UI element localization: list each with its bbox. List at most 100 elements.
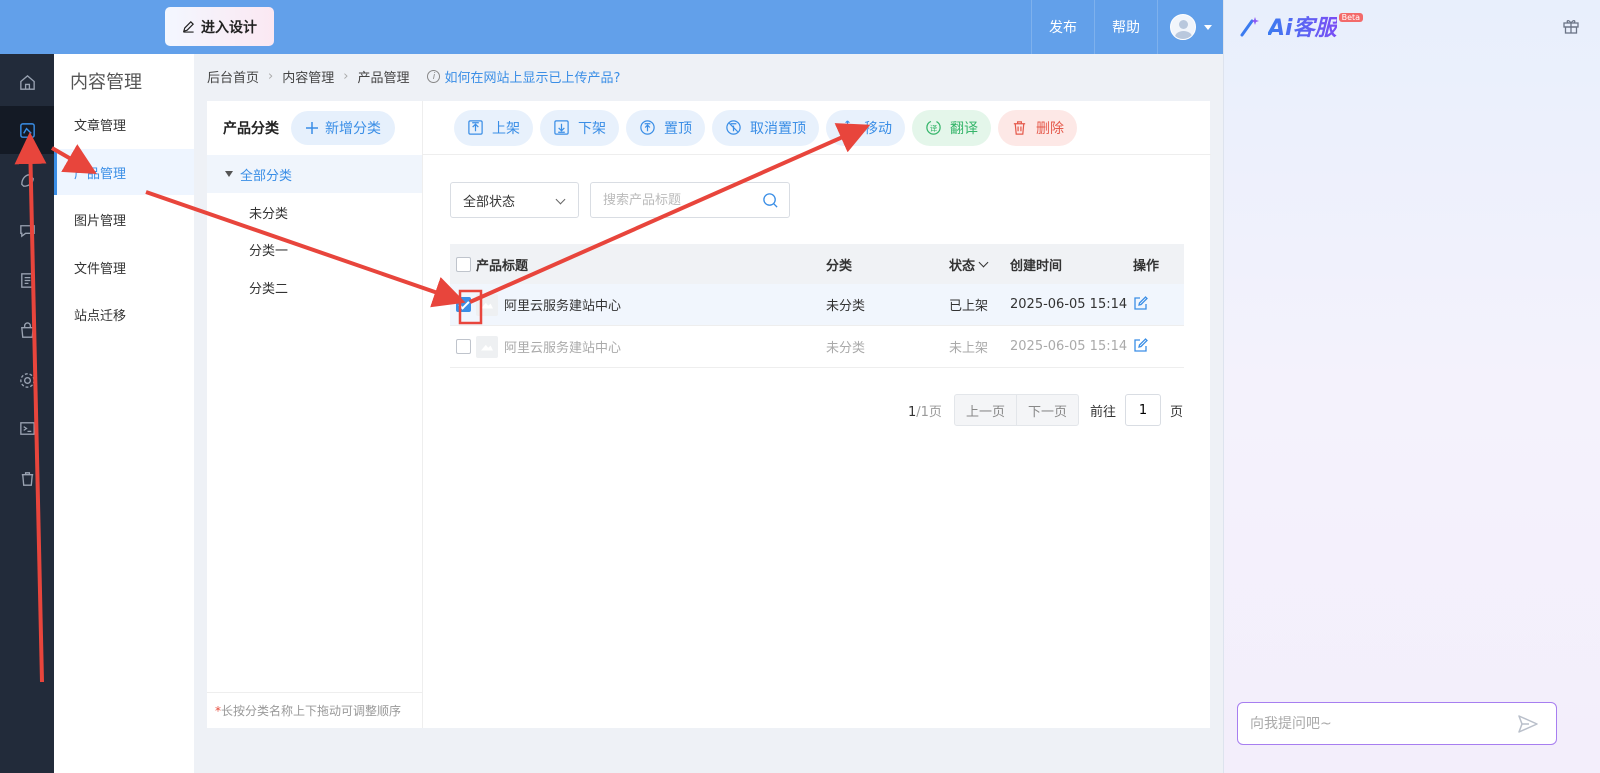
- edit-icon[interactable]: [1133, 337, 1149, 353]
- header-status-label: 状态: [949, 258, 976, 274]
- page-total: /1页: [916, 404, 942, 420]
- goto-page-input[interactable]: [1124, 394, 1161, 426]
- header-title: 产品标题: [476, 258, 529, 274]
- help-link-text: 如何在网站上显示已上传产品?: [444, 71, 621, 86]
- list-on-shelf-button[interactable]: 上架: [454, 109, 533, 146]
- terminal-icon: [19, 421, 35, 435]
- chevron-right-icon: ›: [268, 69, 274, 84]
- product-toolbar: 上架 下架 置顶 取消置顶 移动 译 翻译 删除: [423, 101, 1211, 155]
- caret-down-icon: [225, 171, 233, 177]
- rail-trash[interactable]: [0, 454, 54, 502]
- page-count: 1/1页: [908, 401, 942, 420]
- translate-button[interactable]: 译 翻译: [912, 109, 991, 146]
- row-checkbox[interactable]: [456, 297, 471, 312]
- ai-logo: Ai客服 Beta: [1238, 10, 1367, 42]
- rail-terminal[interactable]: [0, 404, 54, 452]
- move-icon: [840, 120, 855, 135]
- trash-icon: [1013, 121, 1026, 135]
- select-all-checkbox[interactable]: [456, 256, 471, 272]
- category-all[interactable]: 全部分类: [207, 155, 422, 193]
- goto-page: 前往 页: [1090, 394, 1183, 426]
- enter-design-button[interactable]: 进入设计: [165, 7, 274, 46]
- move-button[interactable]: 移动: [826, 109, 905, 146]
- search-input[interactable]: [603, 183, 763, 217]
- rail-list[interactable]: [0, 256, 54, 304]
- row-title[interactable]: 阿里云服务建站中心: [504, 337, 621, 356]
- prev-page-button[interactable]: 上一页: [955, 395, 1016, 425]
- rail-shop[interactable]: [0, 306, 54, 354]
- plus-icon: [306, 122, 318, 134]
- top-bar: 进入设计 发布 帮助: [0, 0, 1223, 54]
- breadcrumb-home[interactable]: 后台首页: [207, 67, 259, 86]
- rail-settings[interactable]: [0, 356, 54, 404]
- move-label: 移动: [864, 120, 892, 137]
- svg-text:译: 译: [930, 124, 938, 133]
- table-header: 产品标题 分类 状态 创建时间 操作: [450, 244, 1184, 284]
- chevron-down-icon: [978, 257, 989, 267]
- unpin-icon: [726, 120, 741, 135]
- add-category-label: 新增分类: [325, 121, 381, 137]
- submenu-item-articles[interactable]: 文章管理: [54, 101, 194, 147]
- rail-chat[interactable]: [0, 206, 54, 254]
- product-list-panel: 上架 下架 置顶 取消置顶 移动 译 翻译 删除 全部状态 搜索产品标题 产品标…: [422, 101, 1211, 728]
- header-status[interactable]: 状态: [949, 255, 1010, 274]
- chevron-down-icon: [555, 194, 566, 205]
- content-submenu: 内容管理 文章管理 产品管理 图片管理 文件管理 站点迁移: [54, 54, 194, 773]
- translate-icon: 译: [926, 120, 941, 135]
- download-icon: [554, 120, 569, 135]
- content-icon: [19, 122, 35, 138]
- submenu-item-products[interactable]: 产品管理: [54, 149, 194, 195]
- category-all-label: 全部分类: [240, 168, 293, 184]
- pin-top-button[interactable]: 置顶: [626, 109, 705, 146]
- ask-input[interactable]: [1250, 715, 1510, 732]
- send-icon[interactable]: [1518, 715, 1538, 733]
- trash-icon: [21, 471, 33, 486]
- goto-label: 前往: [1089, 404, 1116, 420]
- category-title: 产品分类: [223, 121, 279, 137]
- next-page-button[interactable]: 下一页: [1015, 395, 1078, 425]
- search-icon[interactable]: [762, 192, 779, 209]
- table-row: 阿里云服务建站中心 未分类 未上架 2025-06-05 15:14: [450, 326, 1184, 368]
- list-on-shelf-label: 上架: [492, 120, 520, 137]
- row-title[interactable]: 阿里云服务建站中心: [504, 295, 621, 314]
- take-off-shelf-button[interactable]: 下架: [540, 109, 619, 146]
- status-select[interactable]: 全部状态: [450, 182, 579, 218]
- rail-home[interactable]: [0, 58, 54, 106]
- publish-button[interactable]: 发布: [1031, 0, 1094, 54]
- pin-top-icon: [640, 120, 655, 135]
- page-buttons: 上一页 下一页: [953, 394, 1079, 426]
- enter-design-label: 进入设计: [201, 19, 257, 36]
- delete-button[interactable]: 删除: [998, 109, 1077, 146]
- submenu-item-files[interactable]: 文件管理: [54, 244, 194, 290]
- submenu-item-migration[interactable]: 站点迁移: [54, 291, 194, 337]
- row-title-cell: 阿里云服务建站中心: [476, 335, 826, 358]
- product-table: 产品标题 分类 状态 创建时间 操作 阿里云服务建站中心 未分类 已上架 202…: [450, 244, 1184, 368]
- category-two[interactable]: 分类二: [249, 278, 288, 297]
- chat-icon: [19, 224, 35, 238]
- page-suffix: 页: [1169, 404, 1183, 420]
- help-link[interactable]: i 如何在网站上显示已上传产品?: [427, 67, 620, 86]
- breadcrumb-products: 产品管理: [357, 71, 410, 86]
- row-status: 已上架: [949, 299, 989, 314]
- help-button[interactable]: 帮助: [1094, 0, 1157, 54]
- unpin-button[interactable]: 取消置顶: [712, 109, 819, 146]
- header-action: 操作: [1133, 258, 1160, 274]
- add-category-button[interactable]: 新增分类: [291, 111, 395, 145]
- user-menu[interactable]: [1157, 0, 1223, 54]
- header-category: 分类: [826, 258, 853, 274]
- edit-icon[interactable]: [1133, 295, 1149, 311]
- row-checkbox[interactable]: [456, 339, 471, 354]
- image-placeholder-icon: [476, 335, 498, 358]
- submenu-item-images[interactable]: 图片管理: [54, 196, 194, 242]
- rail-theme[interactable]: [0, 156, 54, 204]
- category-one[interactable]: 分类一: [249, 240, 288, 259]
- status-select-value: 全部状态: [463, 194, 516, 210]
- gift-icon[interactable]: [1562, 17, 1580, 35]
- rail-content[interactable]: [0, 106, 54, 154]
- row-check-cell: [450, 297, 476, 312]
- category-drag-tip: * 长按分类名称上下拖动可调整顺序: [207, 692, 422, 728]
- breadcrumb: 后台首页 › 内容管理 › 产品管理 i 如何在网站上显示已上传产品?: [207, 67, 620, 86]
- category-uncategorized[interactable]: 未分类: [249, 203, 288, 222]
- category-panel: 产品分类 新增分类 全部分类 未分类 分类一 分类二 * 长按分类名称上下拖动可…: [207, 101, 422, 728]
- breadcrumb-content[interactable]: 内容管理: [282, 67, 334, 86]
